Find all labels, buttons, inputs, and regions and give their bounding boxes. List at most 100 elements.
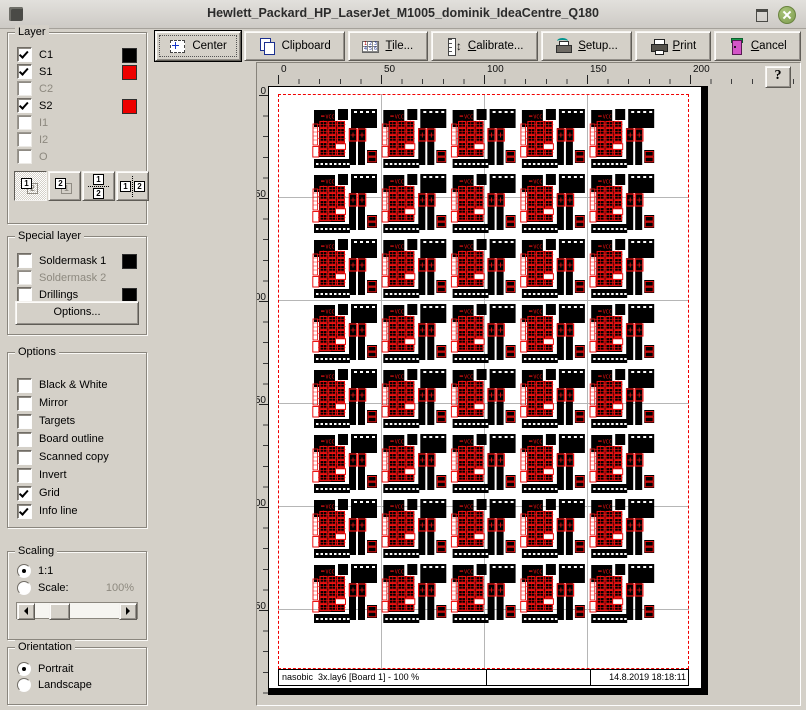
checkbox-o xyxy=(17,149,32,164)
tile-icon: 123456 xyxy=(362,41,379,53)
special-layer-group: Special layer Soldermask 1Soldermask 2Dr… xyxy=(7,236,147,335)
check-icon xyxy=(19,505,29,515)
checkbox-mirror[interactable] xyxy=(17,396,32,411)
slider-thumb[interactable] xyxy=(49,603,70,620)
radio-landscape[interactable] xyxy=(17,678,31,692)
layer-mode-2-over-1[interactable]: 2 1 xyxy=(48,171,81,201)
special-layer-list: Soldermask 1 Soldermask 2 Drillings xyxy=(8,252,146,303)
layer-group-title: Layer xyxy=(15,25,49,39)
checkbox-label: Soldermask 2 xyxy=(39,272,106,284)
layer-mode-1-over-2[interactable]: 1 2 xyxy=(14,171,47,201)
checkbox-row-s2[interactable]: S2 xyxy=(8,97,146,114)
center-button[interactable]: Center xyxy=(155,31,241,61)
layer-mode-split-vertical[interactable]: 1 2 xyxy=(82,171,115,201)
board-tile xyxy=(313,304,377,363)
board-tile xyxy=(590,499,654,558)
board-tile xyxy=(451,304,515,363)
checkbox-invert[interactable] xyxy=(17,468,32,483)
checkbox-row-c2: C2 xyxy=(8,80,146,97)
checkbox-drillings[interactable] xyxy=(17,287,32,302)
board-tile xyxy=(451,109,515,168)
checkbox-c1[interactable] xyxy=(17,47,32,62)
checkbox-row-o: O xyxy=(8,148,146,165)
checkbox-info-line[interactable] xyxy=(17,504,32,519)
radio-1to1[interactable] xyxy=(17,564,31,578)
checkbox-row-invert[interactable]: Invert xyxy=(8,466,146,484)
checkbox-targets[interactable] xyxy=(17,414,32,429)
board-tile xyxy=(451,499,515,558)
options-group: Options Black & WhiteMirrorTargetsBoard … xyxy=(7,352,147,528)
layer-mode-split-horizontal[interactable]: 1 2 xyxy=(116,171,149,201)
board-tile xyxy=(521,239,585,298)
layer-list: C1 S1 C2 S2I1 I2 O xyxy=(8,46,146,165)
orientation-portrait-option[interactable]: Portrait xyxy=(8,660,146,677)
checkbox-scanned-copy[interactable] xyxy=(17,450,32,465)
clipboard-icon xyxy=(259,38,276,54)
board-tile xyxy=(590,304,654,363)
checkbox-label: Scanned copy xyxy=(39,451,109,463)
checkbox-row-i2: I2 xyxy=(8,131,146,148)
checkbox-row-info-line[interactable]: Info line xyxy=(8,502,146,520)
board-tile xyxy=(521,434,585,493)
checkbox-grid[interactable] xyxy=(17,486,32,501)
board-tile xyxy=(382,434,446,493)
checkbox-row-i1: I1 xyxy=(8,114,146,131)
board-tile xyxy=(313,174,377,233)
checkbox-label: Drillings xyxy=(39,289,78,301)
orientation-landscape-option[interactable]: Landscape xyxy=(8,677,146,692)
slider-track[interactable] xyxy=(35,603,119,618)
checkbox-soldermask-1[interactable] xyxy=(17,253,32,268)
scale-slider[interactable] xyxy=(16,602,138,619)
checkbox-label: C1 xyxy=(39,49,53,61)
radio-scale[interactable] xyxy=(17,581,31,595)
checkbox-black-white[interactable] xyxy=(17,378,32,393)
tile-button[interactable]: 123456 Tile... xyxy=(348,31,427,61)
color-swatch-c1[interactable] xyxy=(122,48,137,63)
board-tile xyxy=(521,499,585,558)
color-swatch-soldermask-1[interactable] xyxy=(122,254,137,269)
scaling-group-title: Scaling xyxy=(15,544,57,558)
board-tile-grid: VCC xyxy=(269,87,701,688)
clipboard-button[interactable]: Clipboard xyxy=(244,31,345,61)
slider-right-arrow[interactable] xyxy=(119,603,137,620)
checkbox-row-soldermask-1[interactable]: Soldermask 1 xyxy=(8,252,146,269)
calibrate-icon: ↕ xyxy=(445,38,462,54)
checkbox-row-c1[interactable]: C1 xyxy=(8,46,146,63)
slider-left-arrow[interactable] xyxy=(17,603,35,620)
ruler-major-tick xyxy=(690,75,691,84)
print-preview-window: Hewlett_Packard_HP_LaserJet_M1005_domini… xyxy=(0,0,806,710)
checkbox-row-mirror[interactable]: Mirror xyxy=(8,394,146,412)
radio-portrait[interactable] xyxy=(17,662,31,676)
checkbox-row-s1[interactable]: S1 xyxy=(8,63,146,80)
toolbar: Center Clipboard 123456 Tile... ↕ Calibr… xyxy=(155,31,801,59)
checkbox-row-scanned-copy[interactable]: Scanned copy xyxy=(8,448,146,466)
calibrate-button[interactable]: ↕ Calibrate... xyxy=(431,31,538,61)
board-tile xyxy=(382,369,446,428)
print-button[interactable]: Print xyxy=(635,31,710,61)
help-button[interactable]: ? xyxy=(765,66,791,88)
board-tile xyxy=(590,434,654,493)
checkbox-row-black-white[interactable]: Black & White xyxy=(8,376,146,394)
checkbox-label: Black & White xyxy=(39,379,107,391)
board-tile xyxy=(521,304,585,363)
checkbox-s2[interactable] xyxy=(17,98,32,113)
scale-custom-option[interactable]: Scale: 100% xyxy=(8,579,146,596)
cancel-button[interactable]: Cancel xyxy=(714,31,802,61)
soldermask-options-button[interactable]: Options... xyxy=(15,301,139,325)
checkbox-row-board-outline[interactable]: Board outline xyxy=(8,430,146,448)
board-tile xyxy=(590,174,654,233)
checkbox-s1[interactable] xyxy=(17,64,32,79)
checkbox-label: C2 xyxy=(39,83,53,95)
checkbox-label: I2 xyxy=(39,134,48,146)
checkbox-label: Grid xyxy=(39,487,60,499)
scale-1to1-option[interactable]: 1:1 xyxy=(8,562,146,579)
info-line-spacer xyxy=(486,670,591,685)
checkbox-board-outline[interactable] xyxy=(17,432,32,447)
checkbox-row-targets[interactable]: Targets xyxy=(8,412,146,430)
color-swatch-s1[interactable] xyxy=(122,65,137,80)
restore-icon[interactable] xyxy=(756,9,768,22)
checkbox-row-grid[interactable]: Grid xyxy=(8,484,146,502)
setup-button[interactable]: Setup... xyxy=(541,31,632,61)
close-button[interactable] xyxy=(778,6,796,24)
color-swatch-s2[interactable] xyxy=(122,99,137,114)
